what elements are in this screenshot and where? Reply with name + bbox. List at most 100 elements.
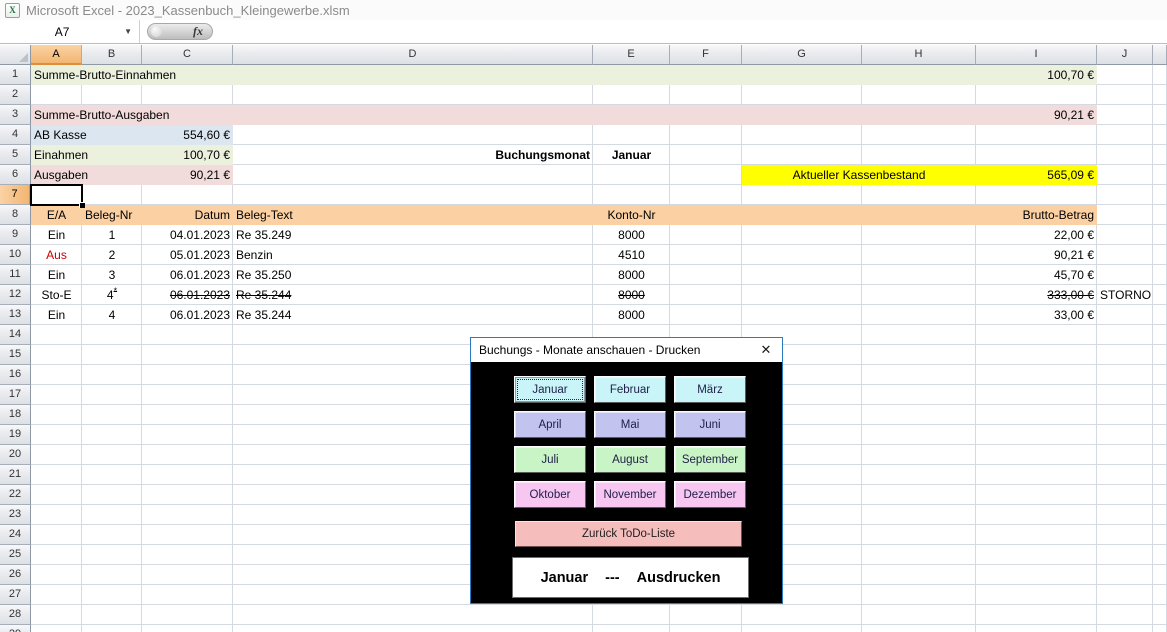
cell-K10[interactable] — [1153, 245, 1167, 265]
cell-J20[interactable] — [1097, 445, 1153, 465]
cell-A16[interactable] — [31, 365, 82, 385]
cell-A19[interactable] — [31, 425, 82, 445]
cell-I4[interactable] — [976, 125, 1097, 145]
cell-I13[interactable] — [976, 305, 1097, 325]
cell-K26[interactable] — [1153, 565, 1167, 585]
cell-A21[interactable] — [31, 465, 82, 485]
cell-I7[interactable] — [976, 185, 1097, 205]
cell-A11[interactable] — [31, 265, 82, 285]
name-box[interactable]: A7 ▼ — [0, 20, 140, 43]
cell-K11[interactable] — [1153, 265, 1167, 285]
cell-H28[interactable] — [862, 605, 976, 625]
fill-handle[interactable] — [79, 202, 85, 208]
cell-K14[interactable] — [1153, 325, 1167, 345]
cell-C11[interactable] — [142, 265, 233, 285]
cell-A10[interactable] — [31, 245, 82, 265]
cell-D10[interactable] — [233, 245, 593, 265]
cell-H23[interactable] — [862, 505, 976, 525]
cell-K4[interactable] — [1153, 125, 1167, 145]
row-header-25[interactable]: 25 — [0, 545, 31, 565]
cell-C24[interactable] — [142, 525, 233, 545]
cell-J2[interactable] — [1097, 85, 1153, 105]
month-button-marz[interactable]: März — [674, 376, 746, 403]
cell-B14[interactable] — [82, 325, 142, 345]
cell-I15[interactable] — [976, 345, 1097, 365]
cell-I17[interactable] — [976, 385, 1097, 405]
row-header-6[interactable]: 6 — [0, 165, 31, 185]
dialog-title-bar[interactable]: Buchungs - Monate anschauen - Drucken ✕ — [471, 338, 782, 362]
cell-A17[interactable] — [31, 385, 82, 405]
month-button-september[interactable]: September — [674, 446, 746, 473]
cell-I23[interactable] — [976, 505, 1097, 525]
cell-B26[interactable] — [82, 565, 142, 585]
cell-J13[interactable] — [1097, 305, 1153, 325]
row-header-26[interactable]: 26 — [0, 565, 31, 585]
cell-K7[interactable] — [1153, 185, 1167, 205]
month-button-april[interactable]: April — [514, 411, 586, 438]
cell-G13[interactable] — [742, 305, 862, 325]
cell-J9[interactable] — [1097, 225, 1153, 245]
cell-A2[interactable] — [31, 85, 82, 105]
cell-B24[interactable] — [82, 525, 142, 545]
cell-A13[interactable] — [31, 305, 82, 325]
cell-I24[interactable] — [976, 525, 1097, 545]
cell-G12[interactable] — [742, 285, 862, 305]
cell-C10[interactable] — [142, 245, 233, 265]
cell-J1[interactable] — [1097, 65, 1153, 85]
cell-C26[interactable] — [142, 565, 233, 585]
cell-C12[interactable] — [142, 285, 233, 305]
cell-I12[interactable] — [976, 285, 1097, 305]
column-header-J[interactable]: J — [1097, 45, 1153, 65]
month-button-november[interactable]: November — [594, 481, 666, 508]
cell-E12[interactable] — [593, 285, 670, 305]
cell-K2[interactable] — [1153, 85, 1167, 105]
cell-H29[interactable] — [862, 625, 976, 632]
cell-A26[interactable] — [31, 565, 82, 585]
cell-K22[interactable] — [1153, 485, 1167, 505]
cell-A23[interactable] — [31, 505, 82, 525]
row-header-29[interactable]: 29 — [0, 625, 31, 632]
cell-B10[interactable] — [82, 245, 142, 265]
column-header-E[interactable]: E — [593, 45, 670, 65]
cell-K18[interactable] — [1153, 405, 1167, 425]
column-header-F[interactable]: F — [670, 45, 742, 65]
cell-H13[interactable] — [862, 305, 976, 325]
column-header-B[interactable]: B — [82, 45, 142, 65]
month-button-mai[interactable]: Mai — [594, 411, 666, 438]
cell-I20[interactable] — [976, 445, 1097, 465]
cell-I14[interactable] — [976, 325, 1097, 345]
cell-C23[interactable] — [142, 505, 233, 525]
cell-D6[interactable] — [233, 165, 593, 185]
cell-D9[interactable] — [233, 225, 593, 245]
cell-C22[interactable] — [142, 485, 233, 505]
cell-K21[interactable] — [1153, 465, 1167, 485]
cell-B19[interactable] — [82, 425, 142, 445]
cell-J4[interactable] — [1097, 125, 1153, 145]
cell-C7[interactable] — [142, 185, 233, 205]
cell-K23[interactable] — [1153, 505, 1167, 525]
cell-H25[interactable] — [862, 545, 976, 565]
cell-J5[interactable] — [1097, 145, 1153, 165]
cell-J27[interactable] — [1097, 585, 1153, 605]
row-header-9[interactable]: 9 — [0, 225, 31, 245]
cell-H14[interactable] — [862, 325, 976, 345]
cell-D12[interactable] — [233, 285, 593, 305]
cell-H10[interactable] — [862, 245, 976, 265]
cell-A20[interactable] — [31, 445, 82, 465]
cell-B21[interactable] — [82, 465, 142, 485]
cell-H21[interactable] — [862, 465, 976, 485]
cell-F29[interactable] — [670, 625, 742, 632]
cell-F10[interactable] — [670, 245, 742, 265]
cell-D7[interactable] — [233, 185, 593, 205]
row-header-15[interactable]: 15 — [0, 345, 31, 365]
row-header-28[interactable]: 28 — [0, 605, 31, 625]
cell-H12[interactable] — [862, 285, 976, 305]
row-header-19[interactable]: 19 — [0, 425, 31, 445]
cell-D4[interactable] — [233, 125, 593, 145]
cell-F7[interactable] — [670, 185, 742, 205]
row-header-2[interactable]: 2 — [0, 85, 31, 105]
cell-F13[interactable] — [670, 305, 742, 325]
cell-J25[interactable] — [1097, 545, 1153, 565]
cell-J18[interactable] — [1097, 405, 1153, 425]
cell-K20[interactable] — [1153, 445, 1167, 465]
